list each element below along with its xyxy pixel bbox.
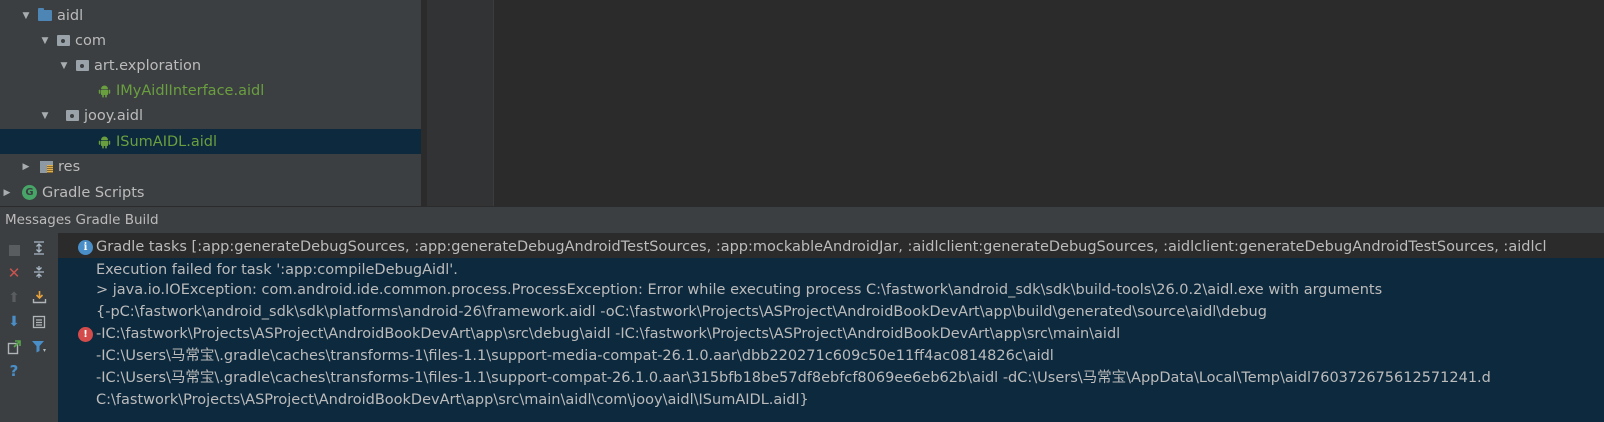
tool-window-title: Messages Gradle Build (0, 206, 1604, 233)
info-icon: i (78, 240, 93, 255)
expand-all-icon[interactable] (30, 239, 48, 257)
error-message-line: -IC:\Users\马常宝\.gradle\caches\transforms… (96, 370, 1491, 386)
down-icon[interactable]: ⬇ (5, 313, 23, 331)
editor-gutter (421, 0, 494, 206)
tree-item-label: aidl (57, 7, 84, 24)
tree-item-isumaidl[interactable]: ISumAIDL.aidl (0, 129, 421, 154)
messages-toolbar: ✕ ⬆ ⬇ ? (0, 233, 58, 422)
tree-item-jooy-aidl[interactable]: ▼ jooy.aidl (0, 103, 421, 128)
tree-item-label: art.exploration (94, 57, 202, 74)
error-message-line: -IC:\fastwork\Projects\ASProject\Android… (96, 326, 1121, 342)
tool-window-title-text: Messages Gradle Build (5, 212, 159, 228)
android-icon (98, 85, 111, 97)
chevron-right-icon[interactable]: ▶ (1, 187, 13, 199)
res-folder-icon (40, 160, 53, 173)
tree-item-art-exploration[interactable]: ▼ art.exploration (0, 53, 421, 78)
messages-panel[interactable]: i Gradle tasks [:app:generateDebugSource… (58, 233, 1604, 422)
layout-icon[interactable] (30, 313, 48, 331)
gradle-icon: G (22, 185, 37, 200)
export-icon[interactable] (5, 338, 23, 356)
tree-item-res[interactable]: ▶ res (0, 154, 421, 179)
package-icon (66, 110, 79, 121)
package-icon (76, 60, 89, 71)
help-icon[interactable]: ? (5, 362, 23, 380)
error-message-line: -IC:\Users\马常宝\.gradle\caches\transforms… (96, 348, 1054, 364)
error-message-line: {-pC:\fastwork\android_sdk\sdk\platforms… (96, 304, 1267, 320)
editor-scrollbar[interactable] (1594, 0, 1604, 206)
chevron-down-icon[interactable]: ▼ (39, 110, 51, 122)
info-message-text: Gradle tasks [:app:generateDebugSources,… (96, 239, 1547, 255)
tree-item-label: Gradle Scripts (42, 184, 145, 201)
android-icon (98, 136, 111, 148)
tree-item-label: IMyAidlInterface.aidl (116, 82, 265, 99)
close-icon[interactable]: ✕ (5, 264, 23, 282)
tree-item-label: jooy.aidl (84, 107, 144, 124)
tree-item-gradle-scripts[interactable]: ▶ G Gradle Scripts (0, 180, 421, 205)
collapse-all-icon[interactable] (30, 263, 48, 281)
tree-item-imyaidlinterface[interactable]: IMyAidlInterface.aidl (0, 78, 421, 103)
filter-icon[interactable] (30, 337, 48, 355)
chevron-right-icon[interactable]: ▶ (20, 161, 32, 173)
error-icon: ! (78, 327, 93, 342)
stop-icon[interactable] (5, 241, 23, 259)
project-tree: ▼ aidl ▼ com ▼ art.exploration IMyAidlIn… (0, 0, 421, 206)
chevron-down-icon[interactable]: ▼ (20, 10, 32, 22)
error-message[interactable]: ! Execution failed for task ':app:compil… (58, 258, 1604, 422)
up-icon[interactable]: ⬆ (5, 289, 23, 307)
tree-item-com[interactable]: ▼ com (0, 28, 421, 53)
editor-area[interactable] (494, 0, 1604, 206)
error-message-line: > java.io.IOException: com.android.ide.c… (96, 282, 1383, 298)
chevron-down-icon[interactable]: ▼ (58, 60, 70, 72)
error-message-line: Execution failed for task ':app:compileD… (96, 262, 458, 278)
tree-item-label: ISumAIDL.aidl (116, 133, 217, 150)
folder-icon (38, 8, 52, 21)
tree-item-aidl[interactable]: ▼ aidl (0, 3, 421, 28)
tree-item-label: com (75, 32, 106, 49)
tree-item-label: res (58, 158, 81, 175)
info-message[interactable]: i Gradle tasks [:app:generateDebugSource… (58, 237, 1604, 257)
package-icon (57, 35, 70, 46)
download-icon[interactable] (30, 288, 48, 306)
error-message-line: C:\fastwork\Projects\ASProject\AndroidBo… (96, 392, 809, 408)
chevron-down-icon[interactable]: ▼ (39, 35, 51, 47)
